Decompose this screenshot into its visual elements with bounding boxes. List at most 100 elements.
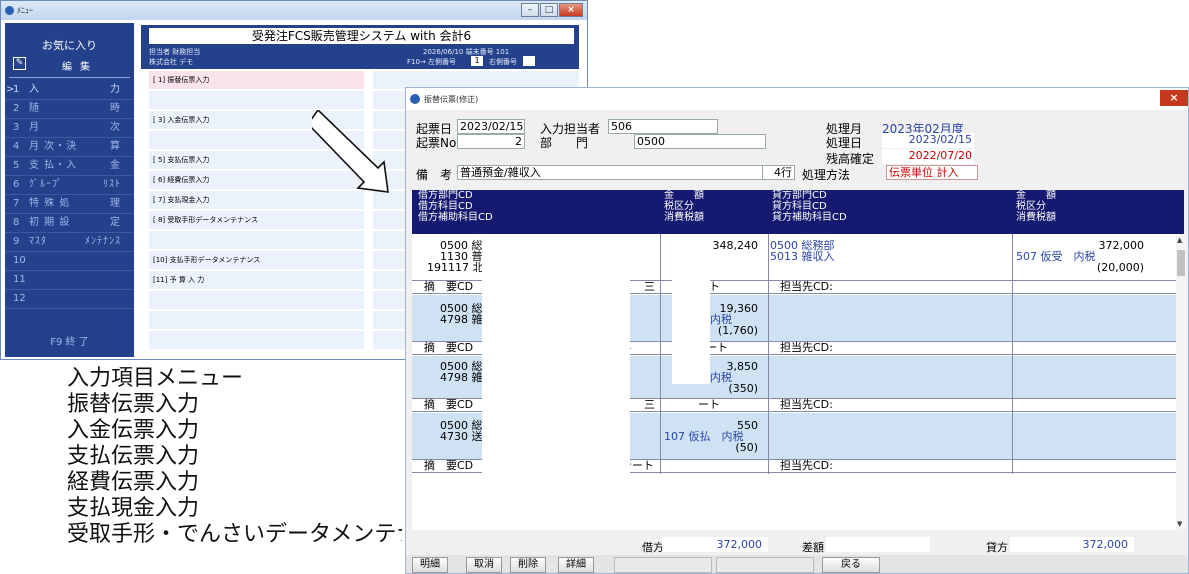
menu-item[interactable] xyxy=(149,231,364,250)
sidebar-item-4[interactable]: 4 月 次・決 算 xyxy=(5,138,134,157)
debit-total-label: 借方 xyxy=(642,541,664,554)
col-tax-class: 税区分 xyxy=(664,201,694,212)
diff-label: 差額 xyxy=(802,541,824,554)
balance-confirm-label: 残高確定 xyxy=(826,152,875,166)
sidebar-item-2[interactable]: 2随時 xyxy=(5,100,134,119)
menu-item[interactable]: [11] 予 算 入 力 xyxy=(149,271,364,290)
menu-item[interactable] xyxy=(149,91,364,110)
dept-field[interactable]: 0500 xyxy=(634,134,766,149)
left-number-box[interactable]: 1 xyxy=(471,56,483,66)
sidebar-item-6[interactable]: 6 ｸﾞﾙｰﾌﾟ ﾘｽﾄ xyxy=(5,176,134,195)
menu-label-right: 次 xyxy=(110,122,121,133)
sidebar: お気に入り ✎ 編集 1入力2随時3月次4月 次・決算5支 払・入金6ｸﾞﾙｰﾌ… xyxy=(5,23,134,357)
memo-field[interactable]: 普通預金/雑収入 xyxy=(457,165,763,180)
partner-label: 担当先CD: xyxy=(780,398,833,411)
menu-number: 5 xyxy=(13,160,20,171)
summary-fragment: 三 xyxy=(644,280,655,293)
company-label: 株式会社 デモ xyxy=(149,58,194,66)
edit-icon[interactable]: ✎ xyxy=(13,57,26,70)
debit-total-value: 372,000 xyxy=(662,537,768,552)
scroll-up-icon[interactable]: ▲ xyxy=(1177,236,1182,244)
col-tax-class2: 税区分 xyxy=(1016,201,1046,212)
details-button[interactable]: 詳細 xyxy=(558,557,594,573)
proc-date-label: 処理日 xyxy=(826,136,863,150)
menu-label-left: 月 xyxy=(29,122,40,133)
minimize-button[interactable]: – xyxy=(521,3,539,17)
scroll-down-icon[interactable]: ▼ xyxy=(1177,520,1182,528)
credit-tax-cell: 507 仮受 内税 xyxy=(1016,250,1096,263)
input-staff-field[interactable]: 506 xyxy=(608,119,718,134)
sidebar-item-1[interactable]: 1 入力 xyxy=(5,81,134,100)
voucher-no-field[interactable]: 2 xyxy=(457,134,525,149)
empty-button[interactable] xyxy=(716,557,814,573)
sidebar-item-8[interactable]: 8 初 期 設 定 xyxy=(5,214,134,233)
back-button[interactable]: 戻る xyxy=(822,557,880,573)
menu-number: 9 xyxy=(13,236,20,247)
cancel-button[interactable]: 取消 xyxy=(466,557,502,573)
menu-item[interactable] xyxy=(149,331,364,350)
sidebar-item-5[interactable]: 5 支 払・入 金 xyxy=(5,157,134,176)
arrow-icon xyxy=(312,110,389,193)
menu-number: 10 xyxy=(13,255,26,266)
button-bar: 明細 取消 削除 詳細 戻る xyxy=(406,555,1188,573)
debit-account-cell: 4730 送 xyxy=(440,430,483,443)
menu-item[interactable]: [ 8] 受取手形データメンテナンス xyxy=(149,211,364,230)
edit-row[interactable]: ✎ 編集 xyxy=(5,57,134,73)
memo-label: 備 考 xyxy=(416,168,453,182)
menu-label: 月次 xyxy=(29,119,121,137)
totals-bar: 借方 372,000 差額 貸方 372,000 xyxy=(406,536,1188,554)
partner-label: 担当先CD: xyxy=(780,341,833,354)
menu-label-left: ｸﾞﾙｰﾌﾟ xyxy=(29,179,63,190)
menu-item[interactable]: [10] 支払手形データメンテナンス xyxy=(149,251,364,270)
col-credit-account: 貸方科目CD xyxy=(772,201,827,212)
edit-label: 編集 xyxy=(62,62,98,73)
vertical-scrollbar[interactable]: ▲ ▼ xyxy=(1176,234,1186,530)
menu-label-left: 初 期 設 xyxy=(29,217,71,228)
menu-number: 8 xyxy=(13,217,20,228)
menu-label: 入力 xyxy=(29,81,121,99)
right-number-label: 右側番号 xyxy=(489,58,517,66)
summary-label: 摘 要CD xyxy=(424,398,474,411)
menu-item[interactable] xyxy=(149,311,364,330)
menu-label: ｸﾞﾙｰﾌﾟ ﾘｽﾄ xyxy=(29,176,121,194)
col-credit-sub: 貸方補助科目CD xyxy=(772,212,847,223)
issue-date-field[interactable]: 2023/02/15 xyxy=(457,119,525,134)
menu-item[interactable]: [ 1] 振替伝票入力 xyxy=(149,71,364,90)
debit-account-cell: 4798 雑 xyxy=(440,313,483,326)
proc-date-field[interactable]: 2023/02/15 xyxy=(882,133,974,148)
menu-number: 1 xyxy=(13,84,20,95)
menu-item[interactable] xyxy=(149,291,364,310)
sidebar-item-9[interactable]: 9 ﾏｽﾀ ﾒﾝﾃﾅﾝｽ xyxy=(5,233,134,252)
detail-button[interactable]: 明細 xyxy=(412,557,448,573)
summary-label: 摘 要CD xyxy=(424,280,474,293)
main-window-titlebar: ﾒﾆｭｰ – □ × xyxy=(1,1,587,20)
sidebar-item-7[interactable]: 7 特 殊 処 理 xyxy=(5,195,134,214)
menu-label-right: 理 xyxy=(110,198,121,209)
sidebar-item-10[interactable]: 10 xyxy=(5,252,134,271)
empty-button[interactable] xyxy=(614,557,712,573)
proc-method-field[interactable]: 伝票単位 計入 xyxy=(886,165,978,180)
menu-label-left: 支 払・入 xyxy=(29,160,78,171)
col-credit-dept: 貸方部門CD xyxy=(772,190,827,201)
menu-label: 初 期 設定 xyxy=(29,214,121,232)
debit-tax-amount-cell: (50) xyxy=(735,441,758,454)
close-button[interactable]: × xyxy=(1160,90,1188,106)
scroll-thumb[interactable] xyxy=(1177,250,1185,276)
f9-exit-button[interactable]: F9 終 了 xyxy=(5,333,134,348)
close-button[interactable]: × xyxy=(559,3,583,17)
sidebar-item-11[interactable]: 11 xyxy=(5,271,134,290)
maximize-button[interactable]: □ xyxy=(540,3,558,17)
menu-label-right: 時 xyxy=(110,103,121,114)
sidebar-item-3[interactable]: 3月次 xyxy=(5,119,134,138)
delete-button[interactable]: 削除 xyxy=(510,557,546,573)
list-item: 経費伝票入力 xyxy=(67,470,200,495)
journal-grid[interactable]: 0500 総 1130 普 191117 北 348,240 0500 総務部 … xyxy=(412,234,1176,530)
col-amount: 金 額 xyxy=(664,190,704,201)
summary-label: 摘 要CD xyxy=(424,459,474,472)
right-number-box[interactable] xyxy=(523,56,535,66)
system-header: 受発注FCS販売管理システム with 会計6 担当者 財務担当 株式会社 デモ… xyxy=(141,25,579,69)
menu-number: 2 xyxy=(13,103,20,114)
menu-label: 支 払・入 金 xyxy=(29,157,121,175)
menu-number: 4 xyxy=(13,141,20,152)
sidebar-item-12[interactable]: 12 xyxy=(5,290,134,309)
